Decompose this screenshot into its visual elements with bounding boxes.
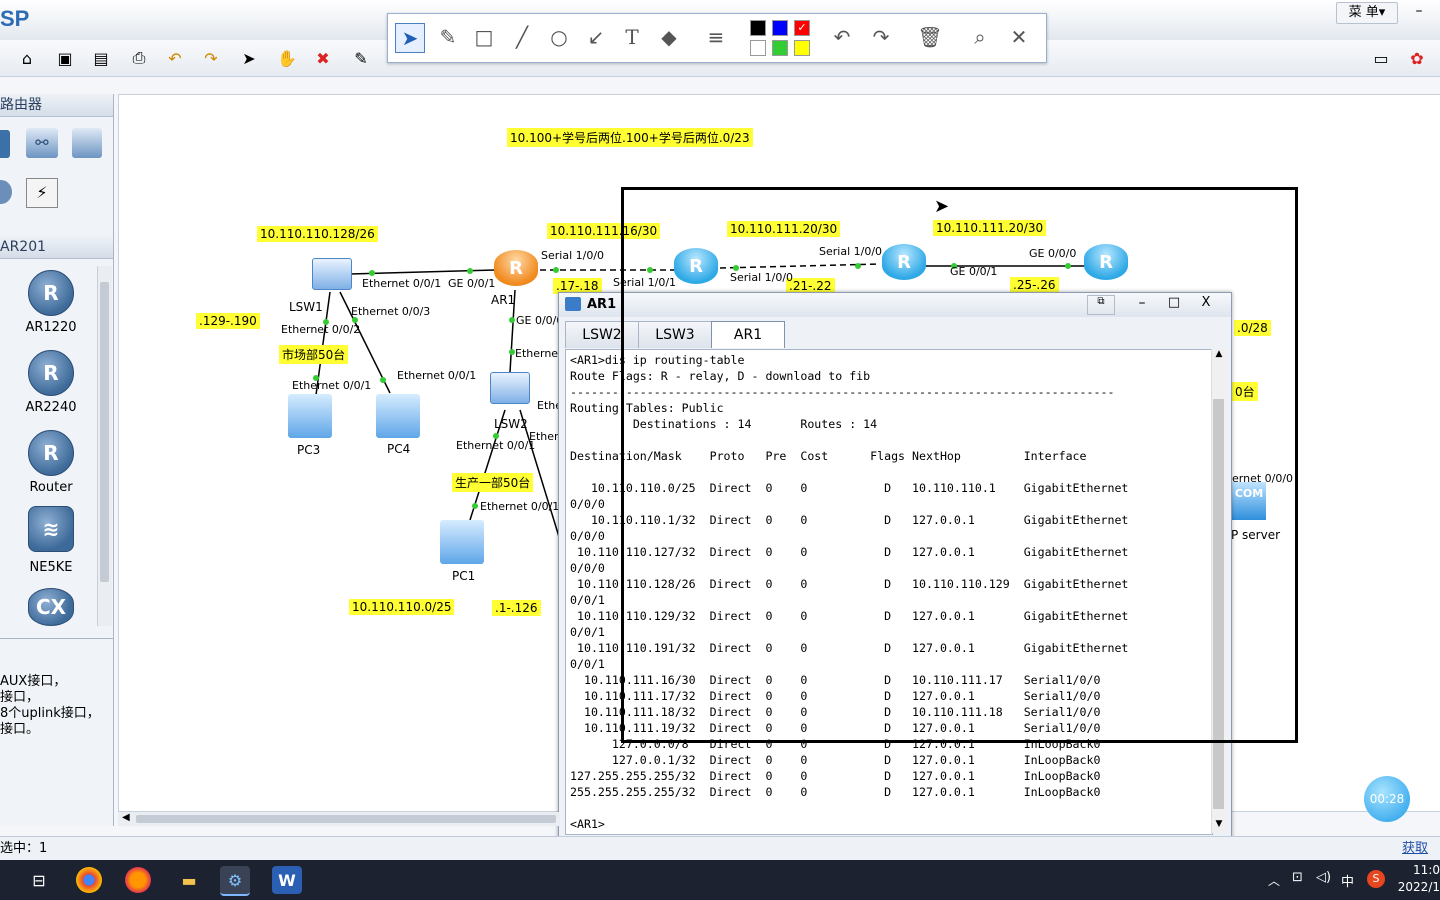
annotation-rectangle	[621, 187, 1298, 743]
mouse-cursor-icon: ➤	[934, 196, 950, 217]
sogou-tray-icon[interactable]: S	[1367, 870, 1385, 888]
selection-status: 选中：1	[0, 841, 48, 856]
ar1-router-icon[interactable]: R	[494, 250, 538, 286]
node-label: LSW2	[494, 417, 528, 431]
range-label: .129-.190	[196, 313, 260, 329]
tray-arrow-icon[interactable]: ︿	[1268, 872, 1280, 889]
port-label: Ethernet 0/0/1	[362, 277, 442, 290]
file-explorer-icon[interactable]: ▬	[174, 866, 204, 894]
port-label: Serial 1/0/0	[541, 249, 605, 262]
firefox-icon[interactable]	[125, 867, 151, 893]
clock-date: 2022/1	[1397, 880, 1440, 894]
system-clock[interactable]: 11:0 2022/1	[1396, 862, 1440, 896]
port-label: GE 0/0/1	[448, 277, 496, 290]
port-label: GE 0/0/0	[516, 314, 564, 327]
terminal-icon	[565, 297, 581, 311]
ime-indicator[interactable]: 中	[1341, 871, 1354, 890]
scrollbar-thumb[interactable]	[136, 815, 556, 823]
port-label: Ethernet 0/0/1	[292, 379, 372, 392]
port-label: Ethernet 0/0/1	[480, 500, 560, 513]
department-label: 生产一部50台	[452, 473, 534, 492]
word-icon[interactable]: W	[272, 866, 302, 894]
pc4-computer-icon[interactable]	[376, 394, 420, 438]
network-tray-icon[interactable]: ⊡	[1292, 870, 1303, 885]
pc3-computer-icon[interactable]	[288, 394, 332, 438]
taskbar	[0, 860, 1440, 900]
volume-tray-icon[interactable]: ◁)	[1316, 870, 1331, 885]
node-label: PC3	[297, 443, 321, 457]
cli-window-title: AR1	[587, 297, 617, 312]
formula-label: 10.100+学号后两位.100+学号后两位.0/23	[507, 128, 753, 147]
port-label: Ethernet 0/0/1	[397, 369, 477, 382]
node-label: PC4	[387, 442, 411, 456]
node-label: LSW1	[289, 300, 323, 314]
clock-time: 11:0	[1413, 863, 1440, 877]
pc1-computer-icon[interactable]	[440, 520, 484, 564]
node-label: PC1	[452, 569, 476, 583]
scroll-down-icon[interactable]: ▼	[1212, 819, 1226, 831]
status-bar: 选中：1 获取帮	[0, 836, 1440, 880]
task-view-icon[interactable]: ⊟	[24, 866, 54, 894]
network-label: 10.110.110.0/25	[349, 599, 455, 615]
port-label: Ethernet	[515, 347, 563, 360]
port-label: Ethernet 0/0/1	[456, 439, 536, 452]
department-label: 市场部50台	[279, 345, 349, 364]
scroll-left-icon[interactable]: ◀	[122, 812, 130, 823]
lsw2-switch-icon[interactable]	[490, 372, 530, 404]
lsw1-switch-icon[interactable]	[312, 258, 352, 290]
ensp-icon[interactable]: ⚙	[220, 866, 250, 896]
recording-timer[interactable]: 00:28	[1364, 776, 1410, 822]
chrome-icon[interactable]	[76, 867, 102, 893]
network-label: 10.110.110.128/26	[257, 226, 378, 242]
port-label: Ethernet 0/0/2	[281, 323, 361, 336]
range-label: .1-.126	[492, 600, 541, 616]
port-label: Ethernet 0/0/3	[351, 305, 431, 318]
node-label: AR1	[491, 293, 516, 307]
canvas-h-scrollbar[interactable]: ◀	[118, 812, 560, 826]
